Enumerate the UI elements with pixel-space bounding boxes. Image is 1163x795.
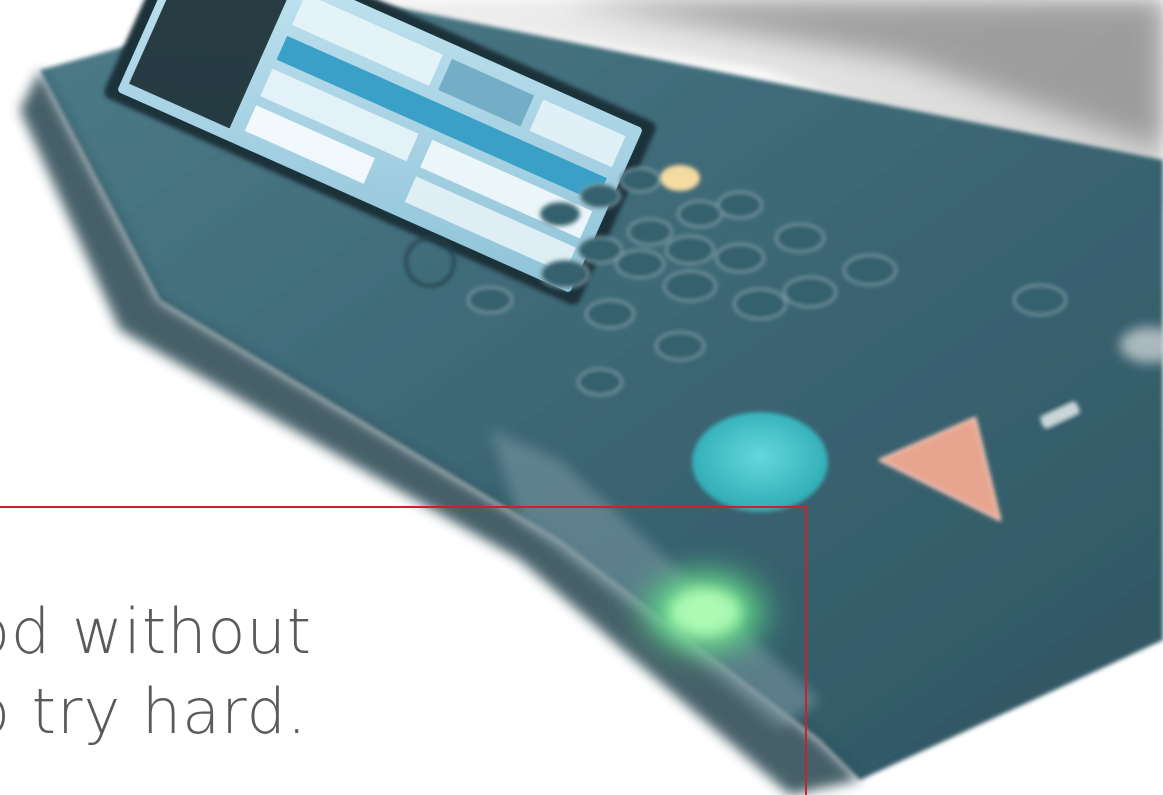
tagline: od without o try hard. bbox=[0, 592, 312, 752]
tagline-line-1: od without bbox=[0, 595, 313, 668]
start-button bbox=[692, 412, 828, 512]
frame-line-right bbox=[805, 506, 807, 795]
power-key bbox=[660, 165, 700, 191]
tagline-line-2: o try hard. bbox=[0, 675, 308, 748]
function-key bbox=[1013, 284, 1067, 316]
status-light bbox=[670, 590, 740, 634]
frame-line-top bbox=[0, 506, 807, 508]
